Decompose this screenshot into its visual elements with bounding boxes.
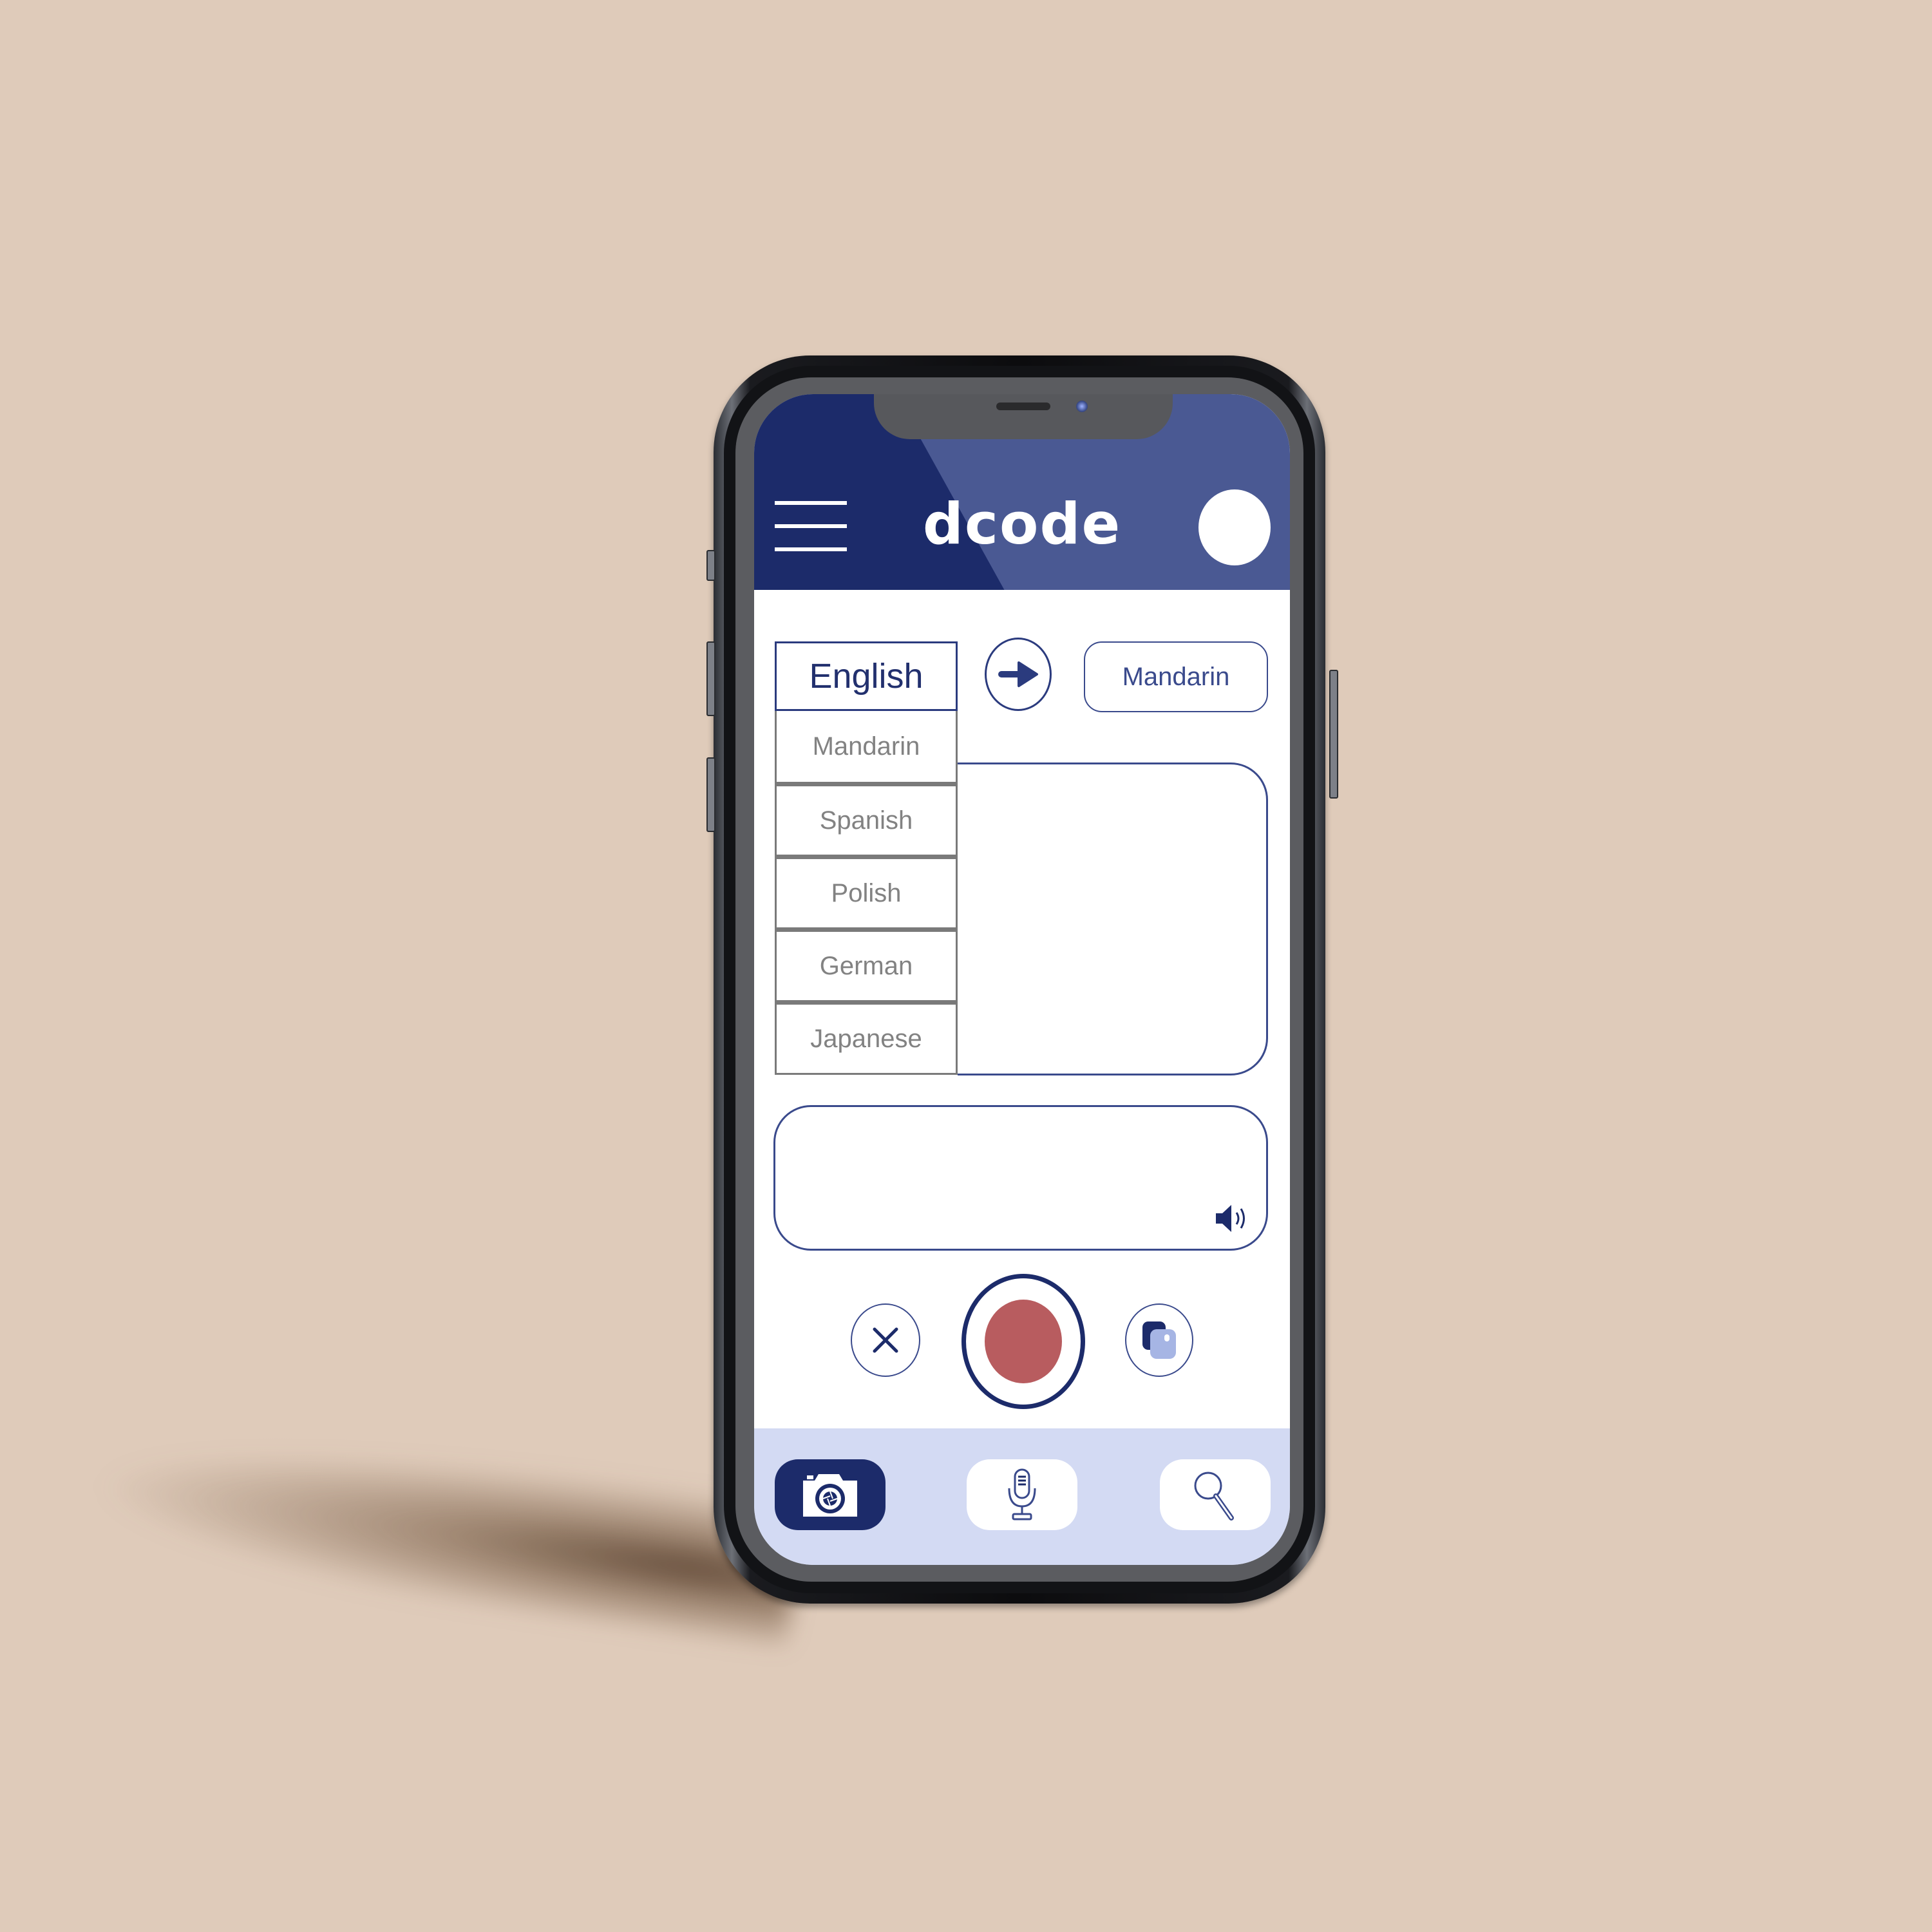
clear-button[interactable]	[851, 1303, 920, 1377]
phone-shadow	[84, 1406, 805, 1646]
record-icon	[985, 1300, 1062, 1383]
arrow-right-icon	[998, 661, 1038, 687]
close-x-icon	[873, 1327, 898, 1353]
volume-up-button	[706, 641, 715, 716]
nav-microphone-tab[interactable]	[967, 1459, 1077, 1530]
dropdown-option[interactable]: Spanish	[775, 784, 958, 857]
dropdown-option[interactable]: Japanese	[775, 1002, 958, 1075]
source-text-input[interactable]	[958, 762, 1268, 1075]
nav-search-tab[interactable]	[1160, 1459, 1271, 1530]
camera-icon	[803, 1474, 857, 1517]
profile-avatar[interactable]	[1198, 489, 1271, 565]
target-language-select[interactable]: Mandarin	[1084, 641, 1268, 712]
language-dropdown: Mandarin Spanish Polish German Japanese	[775, 711, 958, 1075]
power-button	[1329, 670, 1338, 799]
dropdown-option[interactable]: German	[775, 929, 958, 1002]
source-language-select[interactable]: English	[775, 641, 958, 711]
speaker-volume-icon[interactable]	[1215, 1202, 1251, 1235]
swap-languages-button[interactable]	[985, 638, 1052, 711]
copy-button[interactable]	[1125, 1303, 1193, 1377]
translation-output	[773, 1105, 1268, 1251]
earpiece-speaker	[996, 402, 1050, 410]
microphone-icon	[1008, 1468, 1036, 1520]
volume-down-button	[706, 757, 715, 832]
dropdown-option[interactable]: Mandarin	[775, 711, 958, 784]
copy-icon	[1142, 1321, 1176, 1359]
record-button[interactable]	[961, 1274, 1085, 1409]
search-magnifier-icon	[1194, 1472, 1234, 1520]
app-screen: dcode English Mandarin Mandarin Spanish …	[754, 394, 1290, 1565]
front-camera	[1076, 401, 1088, 412]
nav-camera-tab[interactable]	[775, 1459, 886, 1530]
phone-notch	[874, 394, 1173, 439]
silent-switch	[706, 550, 715, 581]
bottom-navigation	[754, 1428, 1290, 1565]
dropdown-option[interactable]: Polish	[775, 857, 958, 929]
